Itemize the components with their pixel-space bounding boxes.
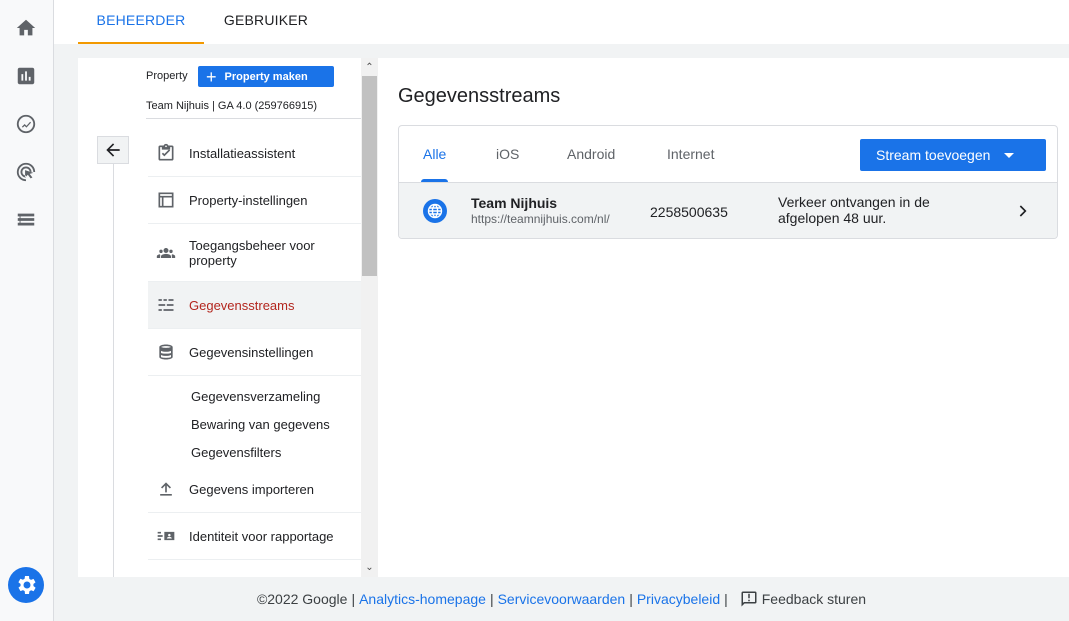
nav-item-gegevensstreams[interactable]: Gegevensstreams [148, 282, 361, 329]
nav-item-label: Gegevens importeren [189, 481, 315, 497]
globe-icon [423, 199, 447, 223]
streams-icon [156, 295, 176, 315]
stream-status: Verkeer ontvangen in de afgelopen 48 uur… [778, 194, 930, 226]
create-property-label: Property maken [224, 70, 308, 83]
property-label: Property [146, 70, 188, 82]
page-title: Gegevensstreams [398, 85, 561, 107]
link-analytics-homepage[interactable]: Analytics-homepage [359, 591, 486, 607]
footer-separator: | [351, 591, 356, 607]
add-stream-label: Stream toevoegen [876, 147, 991, 163]
scroll-up-icon[interactable]: ⌃ [364, 62, 375, 73]
nav-item-gegevens-importeren[interactable]: Gegevens importeren [148, 466, 361, 513]
create-property-button[interactable]: + Property maken [198, 66, 334, 87]
explore-icon[interactable] [14, 112, 38, 136]
nav-item-label: Identiteit voor rapportage [189, 528, 334, 544]
footer-separator: | [629, 591, 633, 607]
nav-item-property-instellingen[interactable]: Property-instellingen [148, 177, 361, 224]
nav-sub-bewaring[interactable]: Bewaring van gegevens [148, 410, 361, 438]
checklist-icon [156, 143, 176, 163]
footer-separator: | [489, 591, 494, 607]
main-panel: Property + Property maken Team Nijhuis |… [78, 58, 1069, 577]
add-stream-button[interactable]: Stream toevoegen [860, 139, 1046, 171]
nav-item-installatieassistent[interactable]: Installatieassistent [148, 130, 361, 177]
people-icon [156, 243, 176, 263]
stream-name: Team Nijhuis [471, 195, 558, 211]
tab-beheerder[interactable]: BEHEERDER [78, 0, 204, 44]
reports-icon[interactable] [14, 64, 38, 88]
back-button[interactable] [97, 136, 129, 164]
filter-tab-android[interactable]: Android [567, 126, 615, 182]
gear-icon [18, 576, 36, 594]
left-rail [0, 0, 54, 621]
nav-sub-gegevensverzameling[interactable]: Gegevensverzameling [148, 382, 361, 410]
nav-item-identiteit[interactable]: Identiteit voor rapportage [148, 513, 361, 560]
filter-tab-alle[interactable]: Alle [420, 126, 449, 182]
admin-top-bar: BEHEERDER GEBRUIKER [54, 0, 1069, 44]
scrollbar-thumb[interactable] [362, 76, 377, 276]
feedback-label: Feedback sturen [761, 591, 867, 607]
feedback-button[interactable]: Feedback sturen [740, 590, 866, 608]
nav-item-label: Toegangsbeheer voor property [189, 237, 315, 268]
nav-item-label: Property-instellingen [189, 192, 308, 208]
link-privacybeleid[interactable]: Privacybeleid [637, 591, 720, 607]
property-selector[interactable]: Team Nijhuis | GA 4.0 (259766915) [146, 100, 317, 112]
footer: ©2022 Google | Analytics-homepage | Serv… [54, 577, 1069, 621]
filter-tab-internet[interactable]: Internet [667, 126, 714, 182]
nav-item-gegevensinstellingen[interactable]: Gegevensinstellingen [148, 329, 361, 376]
nav-item-label: Gegevensstreams [189, 297, 295, 313]
plus-icon: + [206, 66, 217, 87]
database-icon [156, 342, 176, 362]
arrow-back-icon [106, 143, 120, 157]
copyright: ©2022 Google [256, 591, 348, 607]
column-divider [113, 164, 114, 577]
dropdown-caret-icon [1004, 152, 1015, 158]
tab-gebruiker[interactable]: GEBRUIKER [204, 0, 328, 44]
scroll-down-icon[interactable]: ⌄ [364, 562, 375, 573]
layout-icon [156, 190, 176, 210]
chevron-right-icon[interactable] [1012, 201, 1032, 221]
footer-separator: | [724, 591, 728, 607]
nav-sub-gegevensfilters[interactable]: Gegevensfilters [148, 438, 361, 466]
nav-item-label: Installatieassistent [189, 145, 296, 161]
stream-id: 2258500635 [650, 204, 728, 220]
stream-url: https://teamnijhuis.com/nl/ [471, 212, 610, 226]
configure-icon[interactable] [14, 208, 38, 232]
feedback-icon [741, 591, 757, 607]
advertising-icon[interactable] [14, 160, 38, 184]
nav-item-label: Gegevensinstellingen [189, 344, 314, 360]
nav-item-toegangsbeheer[interactable]: Toegangsbeheer voor property [148, 224, 361, 282]
link-servicevoorwaarden[interactable]: Servicevoorwaarden [498, 591, 626, 607]
property-nav: Installatieassistent Property-instelling… [148, 130, 361, 560]
streams-card: Alle iOS Android Internet Stream toevoeg… [398, 125, 1058, 239]
upload-icon [156, 479, 176, 499]
nav-scrollbar[interactable]: ⌃ ⌄ [361, 58, 378, 577]
home-icon[interactable] [14, 16, 38, 40]
property-divider [146, 118, 361, 119]
property-column: Property + Property maken Team Nijhuis |… [78, 58, 378, 577]
filter-tab-ios[interactable]: iOS [496, 126, 519, 182]
stream-row[interactable]: Team Nijhuis https://teamnijhuis.com/nl/… [399, 182, 1057, 238]
identity-icon [156, 526, 176, 546]
admin-settings-button[interactable] [8, 567, 44, 603]
